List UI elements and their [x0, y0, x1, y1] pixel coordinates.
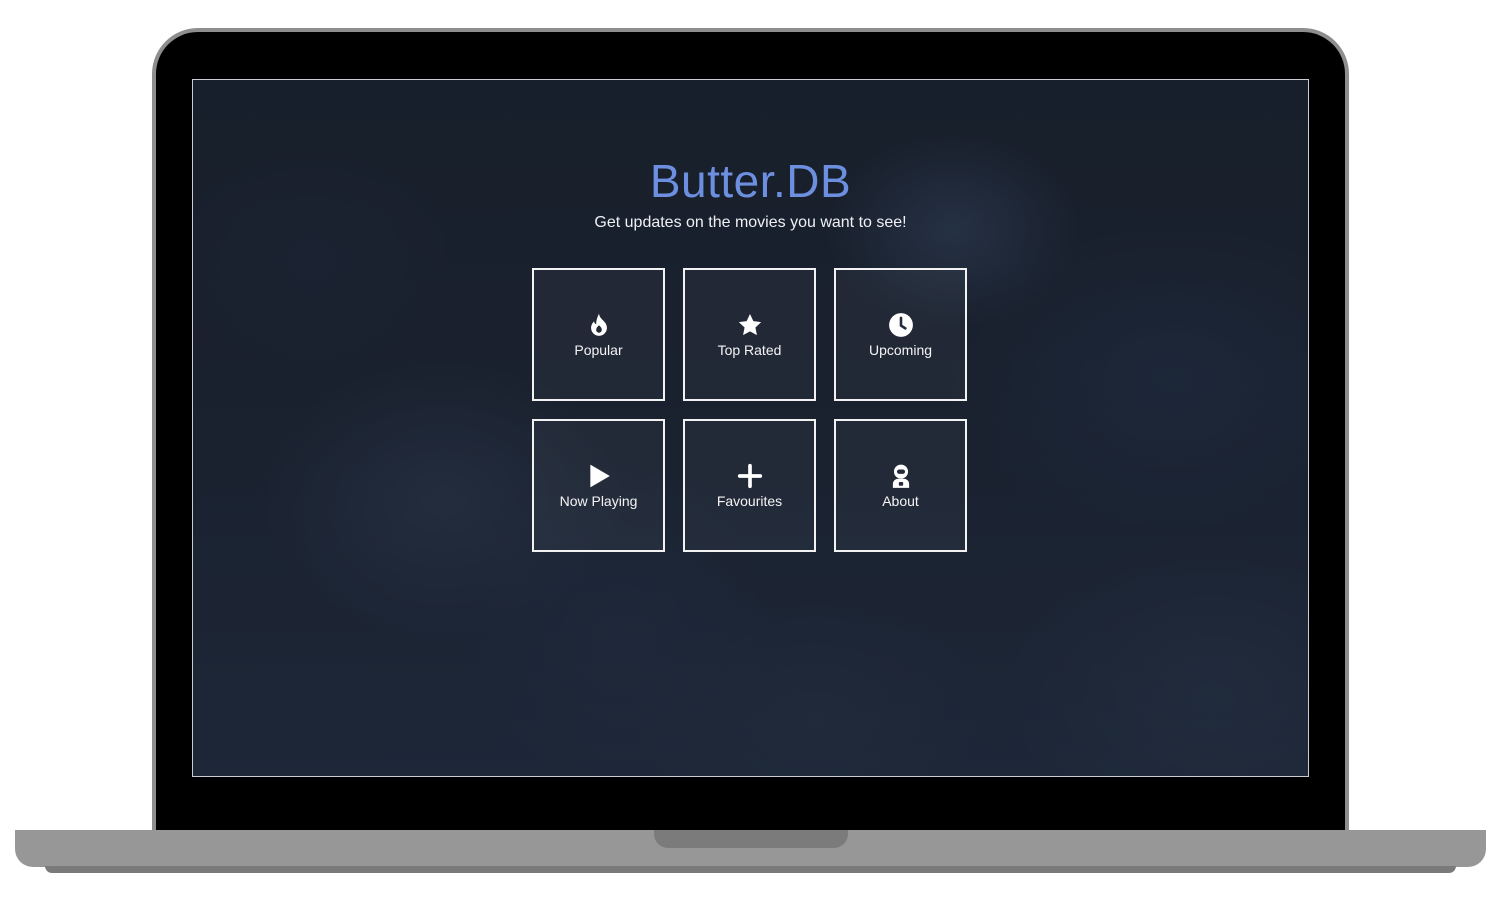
tile-label-about: About [882, 492, 919, 509]
now-playing-tile[interactable]: Now Playing [532, 419, 665, 552]
app-screen: Butter.DB Get updates on the movies you … [192, 79, 1309, 777]
tile-label-now-playing: Now Playing [559, 492, 638, 509]
popular-tile[interactable]: Popular [532, 268, 665, 401]
tile-label-top-rated: Top Rated [717, 341, 782, 358]
play-icon [586, 463, 612, 489]
favourites-tile[interactable]: Favourites [683, 419, 816, 552]
clock-icon [888, 312, 914, 338]
app-title: Butter.DB [649, 155, 852, 207]
home-page: Butter.DB Get updates on the movies you … [193, 80, 1308, 776]
laptop-notch [654, 830, 848, 848]
star-icon [737, 312, 763, 338]
upcoming-tile[interactable]: Upcoming [834, 268, 967, 401]
category-grid: Popular Top Rated Upcoming Now Playing F… [532, 268, 968, 552]
top-rated-tile[interactable]: Top Rated [683, 268, 816, 401]
about-tile[interactable]: About [834, 419, 967, 552]
astronaut-icon [888, 463, 914, 489]
tile-label-popular: Popular [574, 341, 623, 358]
tile-label-favourites: Favourites [716, 492, 783, 509]
laptop-base-edge [45, 866, 1456, 873]
plus-icon [737, 463, 763, 489]
tile-label-upcoming: Upcoming [868, 341, 933, 358]
fire-icon [586, 312, 612, 338]
app-subtitle: Get updates on the movies you want to se… [594, 214, 907, 231]
